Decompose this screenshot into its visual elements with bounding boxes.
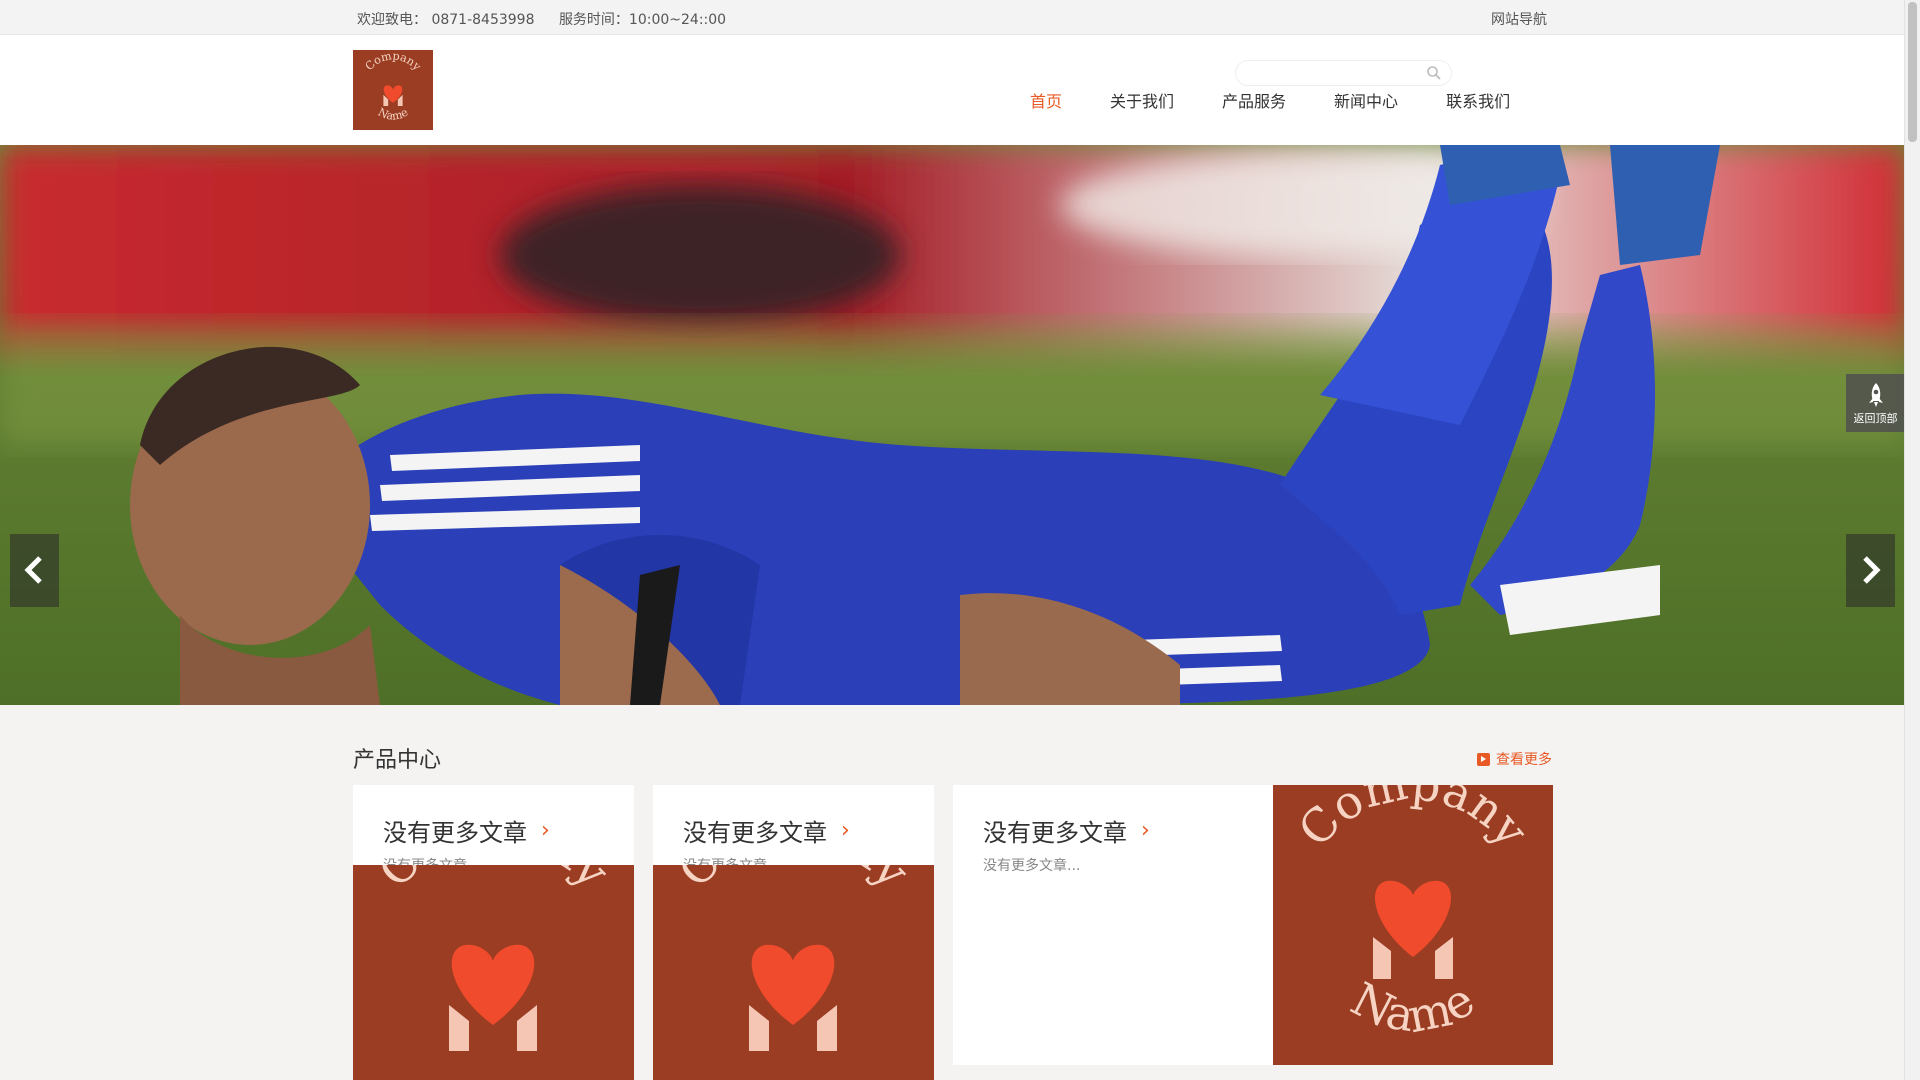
nav-about[interactable]: 关于我们 <box>1110 88 1174 112</box>
page: 欢迎致电： 0871-8453998 服务时间：10:00~24::00 网站导… <box>0 0 1905 1080</box>
top-bar: 欢迎致电： 0871-8453998 服务时间：10:00~24::00 网站导… <box>0 0 1905 35</box>
product-card-title[interactable]: 没有更多文章 › <box>683 813 850 848</box>
product-title-text: 没有更多文章 <box>683 819 827 847</box>
chevron-right-icon: › <box>841 818 850 843</box>
chevron-right-icon: › <box>541 818 550 843</box>
next-slide-button[interactable] <box>1846 534 1895 607</box>
product-card-wide[interactable]: 没有更多文章 › 没有更多文章... Company Name <box>953 785 1553 1065</box>
nav-contact[interactable]: 联系我们 <box>1446 88 1510 112</box>
product-card[interactable]: 没有更多文章 › 没有更多文章... Company <box>653 785 934 1080</box>
chevron-right-icon: › <box>1141 818 1150 843</box>
products-section-title: 产品中心 <box>353 748 442 773</box>
product-title-text: 没有更多文章 <box>983 819 1127 847</box>
main-nav: 首页 关于我们 产品服务 新闻中心 联系我们 <box>1030 88 1558 112</box>
contact-info: 欢迎致电： 0871-8453998 服务时间：10:00~24::00 <box>357 9 746 29</box>
product-image[interactable]: Company Name <box>1273 785 1553 1065</box>
nav-home[interactable]: 首页 <box>1030 88 1062 112</box>
nav-products[interactable]: 产品服务 <box>1222 88 1286 112</box>
service-hours-text: 服务时间：10:00~24::00 <box>558 12 727 28</box>
hero-banner[interactable] <box>0 145 1905 705</box>
phone-text: 欢迎致电： 0871-8453998 <box>357 12 535 28</box>
chevron-right-icon <box>1863 556 1881 584</box>
header: Company Name 首页 关于我们 产品服务 新闻中心 联系我们 <box>0 35 1905 145</box>
product-card[interactable]: 没有更多文章 › 没有更多文章... Company <box>353 785 634 1080</box>
search-icon[interactable] <box>1426 65 1442 81</box>
product-image[interactable]: Company <box>653 865 934 1080</box>
product-title-text: 没有更多文章 <box>383 819 527 847</box>
view-more-label: 查看更多 <box>1496 752 1552 768</box>
prev-slide-button[interactable] <box>10 534 59 607</box>
chevron-left-icon <box>24 556 42 584</box>
product-image[interactable]: Company <box>353 865 634 1080</box>
search-box <box>1235 60 1452 86</box>
product-card-title[interactable]: 没有更多文章 › <box>383 813 550 848</box>
product-card-desc: 没有更多文章... <box>983 858 1081 874</box>
company-logo[interactable]: Company Name <box>353 50 433 130</box>
play-icon <box>1477 752 1490 766</box>
nav-news[interactable]: 新闻中心 <box>1334 88 1398 112</box>
back-to-top-button[interactable]: 返回顶部 <box>1846 374 1905 432</box>
scrollbar-thumb[interactable] <box>1908 2 1917 142</box>
back-to-top-label: 返回顶部 <box>1853 412 1898 425</box>
view-more-link[interactable]: 查看更多 <box>1477 749 1552 769</box>
banner-image <box>0 145 1905 705</box>
rocket-icon <box>1868 383 1883 407</box>
product-card-title[interactable]: 没有更多文章 › <box>983 813 1150 848</box>
search-input[interactable] <box>1247 63 1421 83</box>
page-scrollbar[interactable] <box>1904 0 1920 1080</box>
sitemap-link[interactable]: 网站导航 <box>1491 9 1547 29</box>
